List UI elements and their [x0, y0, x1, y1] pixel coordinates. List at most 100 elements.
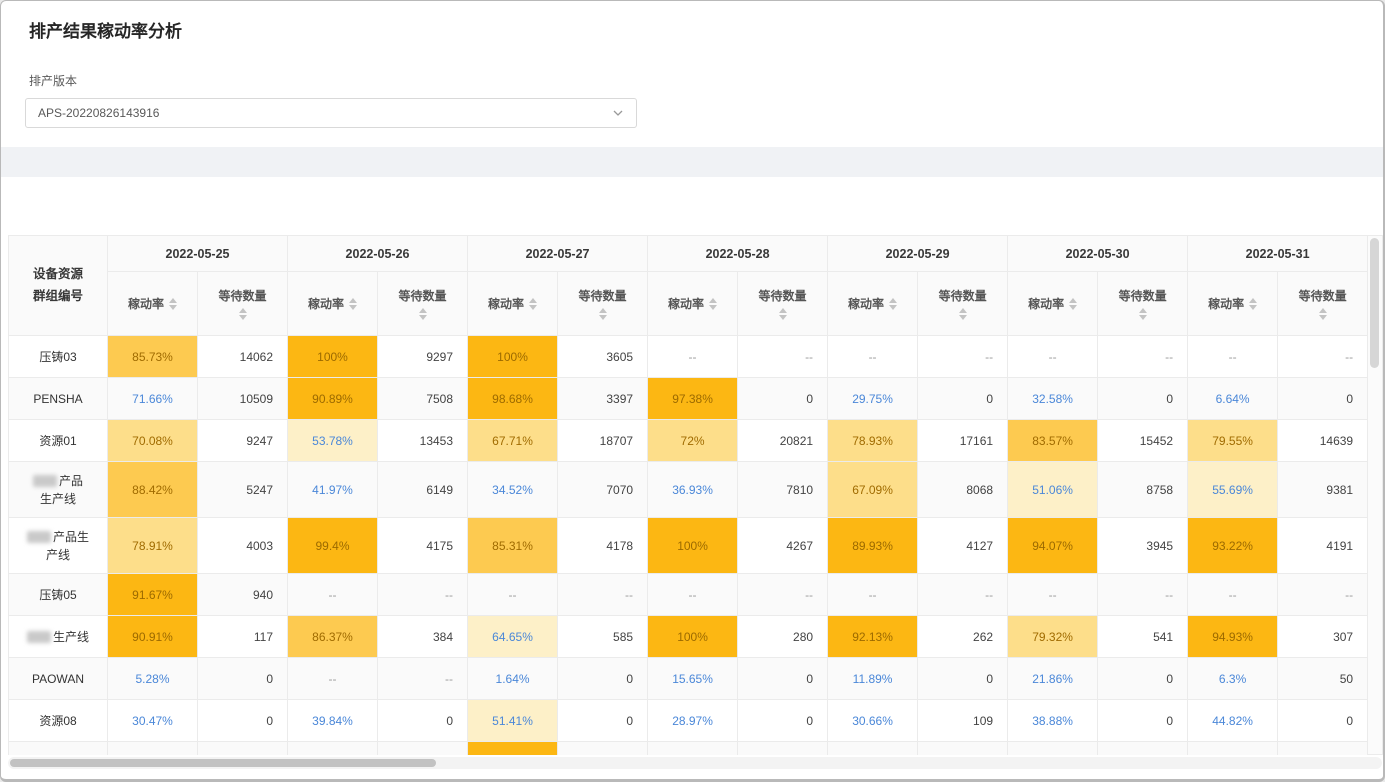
utilization-table: 设备资源群组编号2022-05-252022-05-262022-05-2720…: [8, 235, 1368, 755]
wait-cell: 4175: [378, 518, 468, 574]
rate-cell: 99.4%: [288, 518, 378, 574]
rate-cell: 72%: [648, 420, 738, 462]
wait-cell: [738, 742, 828, 755]
table-row: PAOWAN5.28%0----1.64%015.65%011.89%021.8…: [9, 658, 1368, 700]
sub-header-label: 稼动率: [1208, 295, 1244, 312]
wait-cell: 4003: [198, 518, 288, 574]
rate-cell: 55.69%: [1188, 462, 1278, 518]
wait-cell: 14639: [1278, 420, 1368, 462]
wait-cell: 4178: [558, 518, 648, 574]
wait-cell: 8758: [1098, 462, 1188, 518]
wait-cell: 14062: [198, 336, 288, 378]
rate-sort-inner: 稼动率: [654, 295, 731, 312]
wait-cell: [558, 742, 648, 755]
sort-caret-icon: [1139, 308, 1147, 320]
sub-header-label: 稼动率: [488, 295, 524, 312]
row-label: 生产线: [9, 616, 108, 658]
redacted-text: [33, 475, 57, 487]
wait-cell: 940: [198, 574, 288, 616]
horizontal-scrollbar-thumb[interactable]: [10, 759, 436, 767]
caret-up-icon: [529, 298, 537, 303]
sort-caret-icon: [599, 308, 607, 320]
rate-cell: 34.52%: [468, 462, 558, 518]
rate-cell: 51.06%: [1008, 462, 1098, 518]
caret-down-icon: [349, 305, 357, 310]
wait-cell: 17161: [918, 420, 1008, 462]
rate-cell: --: [1008, 574, 1098, 616]
caret-down-icon: [169, 305, 177, 310]
wait-sort-header[interactable]: 等待数量: [1098, 272, 1188, 336]
rate-cell: 85.31%: [468, 518, 558, 574]
wait-cell: 0: [1278, 700, 1368, 742]
caret-up-icon: [709, 298, 717, 303]
wait-cell: 0: [1098, 700, 1188, 742]
date-header: 2022-05-31: [1188, 236, 1368, 272]
rate-sort-header[interactable]: 稼动率: [1008, 272, 1098, 336]
rate-cell: --: [828, 336, 918, 378]
rate-cell: 78.91%: [108, 518, 198, 574]
rate-cell: 90.89%: [288, 378, 378, 420]
sub-header-label: 等待数量: [1119, 287, 1167, 304]
wait-cell: 3397: [558, 378, 648, 420]
sort-caret-icon: [1319, 308, 1327, 320]
horizontal-scrollbar[interactable]: [8, 757, 1382, 769]
rate-sort-header[interactable]: 稼动率: [288, 272, 378, 336]
rate-cell: 51.41%: [468, 700, 558, 742]
sort-caret-icon: [529, 298, 537, 310]
section-divider: [1, 147, 1383, 177]
row-label: PAOWAN: [9, 658, 108, 700]
rate-sort-header[interactable]: 稼动率: [648, 272, 738, 336]
wait-sort-header[interactable]: 等待数量: [738, 272, 828, 336]
sub-header-label: 等待数量: [759, 287, 807, 304]
wait-cell: 0: [738, 378, 828, 420]
app-window: 排产结果稼动率分析 排产版本 APS-20220826143916 设备资源群组…: [0, 0, 1385, 782]
date-header: 2022-05-29: [828, 236, 1008, 272]
row-label: PENSHA: [9, 378, 108, 420]
sub-header-label: 稼动率: [308, 295, 344, 312]
wait-cell: 7810: [738, 462, 828, 518]
sub-header-label: 等待数量: [939, 287, 987, 304]
sub-header-label: 等待数量: [1299, 287, 1347, 304]
rate-sort-header[interactable]: 稼动率: [828, 272, 918, 336]
wait-cell: 50: [1278, 658, 1368, 700]
sort-caret-icon: [239, 308, 247, 320]
sub-header-label: 稼动率: [848, 295, 884, 312]
version-select[interactable]: APS-20220826143916: [25, 98, 637, 128]
wait-sort-header[interactable]: 等待数量: [378, 272, 468, 336]
vertical-scrollbar-thumb[interactable]: [1370, 238, 1379, 368]
rate-cell: [828, 742, 918, 755]
wait-cell: 541: [1098, 616, 1188, 658]
caret-up-icon: [169, 298, 177, 303]
wait-cell: --: [918, 336, 1008, 378]
wait-sort-header[interactable]: 等待数量: [198, 272, 288, 336]
rate-sort-header[interactable]: 稼动率: [468, 272, 558, 336]
caret-down-icon: [959, 315, 967, 320]
table-row: 产品生产线78.91%400399.4%417585.31%4178100%42…: [9, 518, 1368, 574]
rate-cell: 39.84%: [288, 700, 378, 742]
sub-header-label: 稼动率: [668, 295, 704, 312]
caret-down-icon: [1319, 315, 1327, 320]
table-row: 产品生产线88.42%524741.97%614934.52%707036.93…: [9, 462, 1368, 518]
rate-cell: 38.88%: [1008, 700, 1098, 742]
rate-cell: 90.91%: [108, 616, 198, 658]
wait-sort-header[interactable]: 等待数量: [558, 272, 648, 336]
rate-sort-inner: 稼动率: [1194, 295, 1271, 312]
rate-sort-inner: 稼动率: [474, 295, 551, 312]
wait-sort-header[interactable]: 等待数量: [1278, 272, 1368, 336]
version-filter-label: 排产版本: [29, 72, 1355, 89]
rate-cell: 28.97%: [648, 700, 738, 742]
wait-cell: 0: [738, 658, 828, 700]
sub-header-label: 等待数量: [219, 287, 267, 304]
rate-sort-header[interactable]: 稼动率: [1188, 272, 1278, 336]
wait-sort-header[interactable]: 等待数量: [918, 272, 1008, 336]
wait-cell: [1098, 742, 1188, 755]
rate-cell: --: [468, 574, 558, 616]
rate-sort-header[interactable]: 稼动率: [108, 272, 198, 336]
table-viewport: 设备资源群组编号2022-05-252022-05-262022-05-2720…: [8, 235, 1383, 755]
rate-sort-inner: 稼动率: [114, 295, 191, 312]
vertical-scrollbar[interactable]: [1368, 235, 1383, 755]
wait-cell: 18707: [558, 420, 648, 462]
wait-sort-inner: 等待数量: [564, 287, 641, 320]
wait-sort-inner: 等待数量: [1284, 287, 1361, 320]
caret-up-icon: [959, 308, 967, 313]
